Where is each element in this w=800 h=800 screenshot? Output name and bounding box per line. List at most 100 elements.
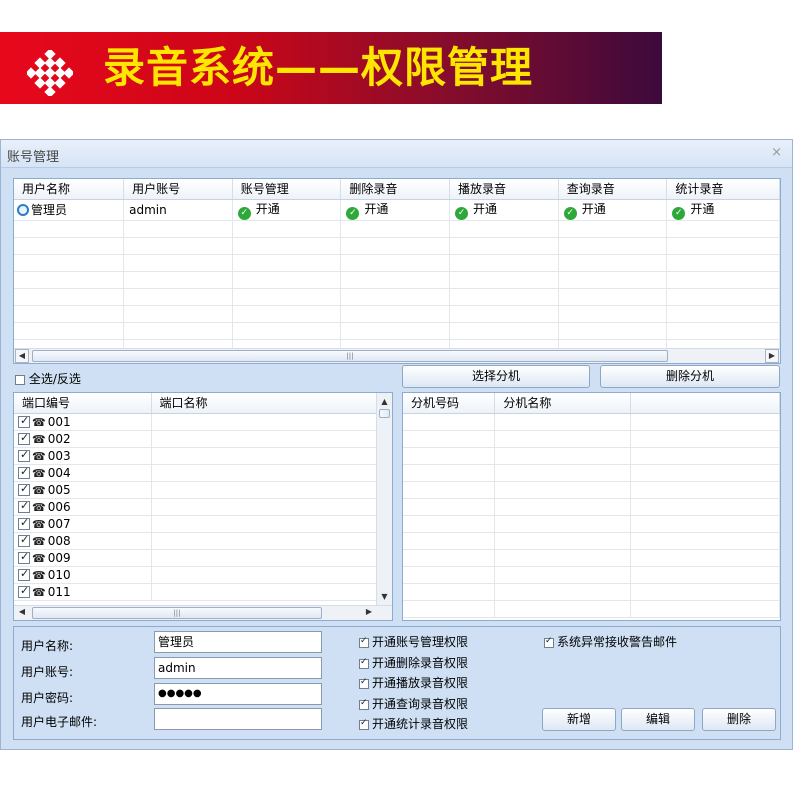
phone-icon: ☎ — [32, 449, 46, 463]
delete-button[interactable]: 删除 — [702, 708, 776, 731]
port-checkbox[interactable] — [18, 567, 30, 581]
port-row[interactable]: ☎006 — [14, 498, 378, 516]
email-input[interactable] — [154, 708, 322, 730]
permission-label: 开通查询录音权限 — [372, 696, 469, 711]
permission-box[interactable] — [359, 657, 369, 669]
select-extension-button[interactable]: 选择分机 — [402, 365, 590, 388]
port-row[interactable]: ☎005 — [14, 481, 378, 499]
port-row[interactable]: ☎001 — [14, 413, 378, 431]
empty-cell — [630, 464, 780, 482]
permission-box[interactable] — [359, 718, 369, 730]
empty-cell — [449, 237, 559, 255]
port-row[interactable]: ☎007 — [14, 515, 378, 533]
empty-cell — [232, 271, 342, 289]
username-label: 用户名称: — [21, 639, 74, 653]
port-row[interactable]: ☎003 — [14, 447, 378, 465]
port-checkbox[interactable] — [18, 482, 30, 496]
users-col-header[interactable]: 查询录音 — [558, 179, 668, 200]
phone-icon: ☎ — [32, 500, 46, 514]
empty-cell — [123, 220, 233, 238]
select-all-box[interactable] — [15, 375, 25, 385]
users-col-header[interactable]: 统计录音 — [666, 179, 780, 200]
port-name-cell — [151, 515, 378, 533]
account-management-window: 账号管理 × 用户名称 用户账号 账号管理 删除录音 播放录音 查询录音 统计录音 管理员 a… — [0, 139, 793, 750]
table-row[interactable]: 管理员 admin ✓ 开通 ✓ 开通 ✓ 开通 ✓ 开通 ✓ 开通 — [14, 199, 780, 221]
permission-box[interactable] — [359, 677, 369, 689]
port-number-cell: ☎005 — [14, 481, 152, 499]
delete-extension-button[interactable]: 删除分机 — [600, 365, 780, 388]
users-col-header[interactable]: 播放录音 — [449, 179, 559, 200]
permission-label: 开通统计录音权限 — [372, 717, 469, 731]
port-checkbox[interactable] — [18, 431, 30, 445]
add-button[interactable]: 新增 — [542, 708, 616, 731]
close-icon[interactable]: × — [771, 145, 782, 160]
permission-checkbox[interactable]: 开通账号管理权限 — [359, 633, 468, 650]
permission-checkbox[interactable]: 开通查询录音权限 — [359, 695, 468, 712]
empty-row — [403, 498, 780, 516]
users-col-header[interactable]: 账号管理 — [232, 179, 342, 200]
permission-box[interactable] — [359, 698, 369, 710]
port-checkbox[interactable] — [18, 465, 30, 479]
users-col-header[interactable]: 删除录音 — [340, 179, 451, 200]
port-checkbox[interactable] — [18, 448, 30, 462]
scroll-down-icon[interactable]: ▼ — [377, 590, 392, 604]
permission-box[interactable] — [359, 636, 369, 648]
scroll-thumb[interactable] — [379, 409, 390, 418]
port-row[interactable]: ☎008 — [14, 532, 378, 550]
scroll-thumb[interactable]: ||| — [32, 607, 322, 619]
permission-checkbox[interactable]: 开通播放录音权限 — [359, 674, 468, 691]
scroll-right-icon[interactable]: ▶ — [765, 349, 779, 363]
alert-email-checkbox[interactable]: 系统异常接收警告邮件 — [544, 633, 677, 650]
empty-cell — [630, 447, 780, 465]
users-grid-hscroll[interactable]: ◀ ||| ▶ — [14, 348, 780, 363]
user-form: 用户名称: 管理员 用户账号: admin 用户密码: ●●●●● 用户电子邮件… — [13, 626, 781, 740]
users-grid: 用户名称 用户账号 账号管理 删除录音 播放录音 查询录音 统计录音 管理员 admin ✓ 开通… — [13, 178, 781, 364]
empty-cell — [14, 322, 125, 340]
port-checkbox[interactable] — [18, 414, 30, 428]
empty-row — [403, 447, 780, 465]
port-number-cell: ☎004 — [14, 464, 152, 482]
col-port-number[interactable]: 端口编号 — [14, 393, 152, 414]
port-row[interactable]: ☎002 — [14, 430, 378, 448]
scroll-right-icon[interactable]: ▶ — [362, 606, 376, 620]
users-col-header[interactable]: 用户账号 — [123, 179, 233, 200]
window-titlebar: 账号管理 × — [1, 140, 792, 168]
port-number-cell: ☎009 — [14, 549, 152, 567]
ports-grid-hscroll[interactable]: ◀ ||| ▶ — [14, 605, 392, 620]
col-extension-name[interactable]: 分机名称 — [494, 393, 632, 414]
alert-email-label: 系统异常接收警告邮件 — [557, 635, 678, 649]
port-checkbox[interactable] — [18, 550, 30, 564]
ports-grid-vscroll[interactable]: ▲ ▼ — [376, 393, 392, 606]
permission-checkbox[interactable]: 开通删除录音权限 — [359, 654, 468, 671]
select-all-checkbox[interactable]: 全选/反选 — [15, 370, 81, 387]
port-row[interactable]: ☎009 — [14, 549, 378, 567]
empty-cell — [14, 254, 125, 272]
col-extension-number[interactable]: 分机号码 — [403, 393, 496, 414]
col-port-name[interactable]: 端口名称 — [151, 393, 378, 414]
permission-cell: ✓ 开通 — [449, 199, 559, 221]
scroll-thumb[interactable]: ||| — [32, 350, 668, 362]
empty-cell — [666, 271, 780, 289]
password-input[interactable]: ●●●●● — [154, 683, 322, 705]
username-input[interactable]: 管理员 — [154, 631, 322, 653]
empty-cell — [403, 447, 496, 465]
port-checkbox[interactable] — [18, 516, 30, 530]
empty-cell — [630, 481, 780, 499]
empty-row — [403, 515, 780, 533]
port-row[interactable]: ☎011 — [14, 583, 378, 601]
account-input[interactable]: admin — [154, 657, 322, 679]
empty-cell — [14, 237, 125, 255]
scroll-left-icon[interactable]: ◀ — [15, 349, 29, 363]
permission-checkbox[interactable]: 开通统计录音权限 — [359, 715, 468, 732]
empty-cell — [630, 549, 780, 567]
port-checkbox[interactable] — [18, 533, 30, 547]
edit-button[interactable]: 编辑 — [621, 708, 695, 731]
scroll-up-icon[interactable]: ▲ — [377, 395, 392, 409]
port-row[interactable]: ☎004 — [14, 464, 378, 482]
alert-email-box[interactable] — [544, 636, 554, 648]
port-checkbox[interactable] — [18, 584, 30, 598]
port-row[interactable]: ☎010 — [14, 566, 378, 584]
scroll-left-icon[interactable]: ◀ — [15, 606, 29, 620]
port-checkbox[interactable] — [18, 499, 30, 513]
users-col-header[interactable]: 用户名称 — [14, 179, 125, 200]
